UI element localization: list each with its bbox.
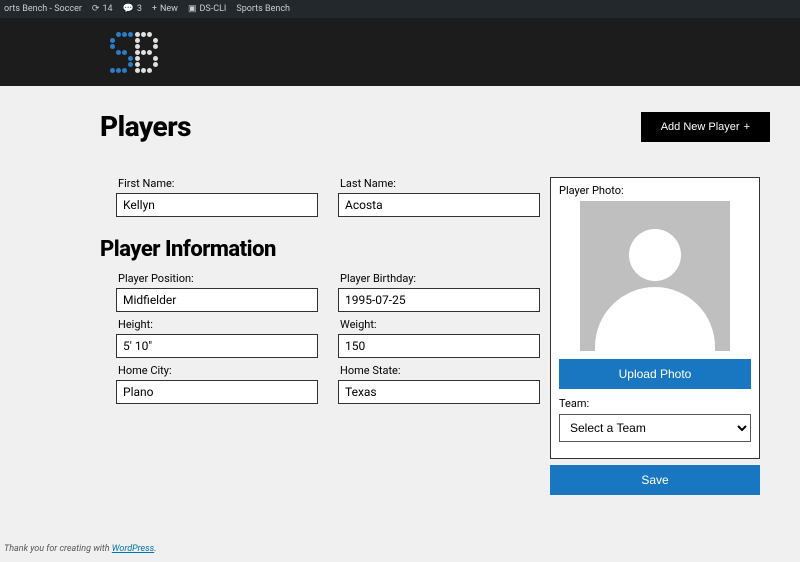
home-state-label: Home State: [338,364,540,377]
weight-input[interactable] [338,334,540,358]
avatar-icon [629,229,681,281]
photo-placeholder [580,201,730,351]
position-label: Player Position: [116,272,318,285]
admin-bar-new[interactable]: + New [152,4,178,14]
team-label: Team: [559,397,751,410]
birthday-field: Player Birthday: [338,272,540,312]
plus-icon: + [744,121,750,133]
logo [110,32,158,73]
admin-bar-dscli[interactable]: ▣ DS-CLI [188,4,226,14]
admin-bar: orts Bench - Soccer ⟳ 14 💬 3 + New ▣ DS-… [0,0,800,18]
admin-bar-comments[interactable]: 💬 3 [123,4,142,14]
position-input[interactable] [116,288,318,312]
admin-bar-updates[interactable]: ⟳ 14 [92,4,113,14]
team-select[interactable]: Select a Team [559,414,751,442]
home-state-input[interactable] [338,380,540,404]
photo-label: Player Photo: [559,184,751,197]
save-button[interactable]: Save [550,465,760,495]
site-title: orts Bench - Soccer [4,4,82,14]
player-photo-box: Player Photo: Upload Photo Team: Select … [550,177,760,459]
first-name-label: First Name: [116,177,318,190]
page-content: Players Add New Player + First Name: Las… [0,86,800,495]
first-name-field: First Name: [116,177,318,217]
last-name-input[interactable] [338,193,540,217]
plus-icon: + [152,4,157,14]
footer-link[interactable]: WordPress [112,544,154,554]
updates-count: 14 [102,4,112,14]
birthday-label: Player Birthday: [338,272,540,285]
section-heading: Player Information [100,237,540,262]
add-button-label: Add New Player [661,121,740,133]
sportsbench-label: Sports Bench [236,4,290,14]
height-label: Height: [116,318,318,331]
weight-field: Weight: [338,318,540,358]
height-field: Height: [116,318,318,358]
page-header: Players Add New Player + [100,110,770,143]
logo-s [110,32,133,73]
home-city-label: Home City: [116,364,318,377]
comments-count: 3 [137,4,142,14]
avatar-icon-body [595,287,715,351]
form-main: First Name: Last Name: Player Informatio… [100,177,540,495]
first-name-input[interactable] [116,193,318,217]
admin-bar-sportsbench[interactable]: Sports Bench [236,4,290,14]
comment-icon: 💬 [123,4,134,14]
updates-icon: ⟳ [92,4,100,14]
terminal-icon: ▣ [188,4,197,14]
last-name-field: Last Name: [338,177,540,217]
add-new-player-button[interactable]: Add New Player + [641,112,770,142]
upload-photo-button[interactable]: Upload Photo [559,359,751,389]
home-state-field: Home State: [338,364,540,404]
header-band [0,18,800,86]
new-label: New [160,4,178,14]
last-name-label: Last Name: [338,177,540,190]
logo-b [135,32,158,73]
home-city-input[interactable] [116,380,318,404]
footer-text: Thank you for creating with [4,544,112,554]
page-title: Players [100,110,191,143]
admin-bar-site[interactable]: orts Bench - Soccer [4,4,82,14]
dscli-label: DS-CLI [199,4,226,14]
footer: Thank you for creating with WordPress. [4,544,157,554]
height-input[interactable] [116,334,318,358]
sidebar-column: Player Photo: Upload Photo Team: Select … [550,177,760,495]
birthday-input[interactable] [338,288,540,312]
home-city-field: Home City: [116,364,318,404]
weight-label: Weight: [338,318,540,331]
position-field: Player Position: [116,272,318,312]
